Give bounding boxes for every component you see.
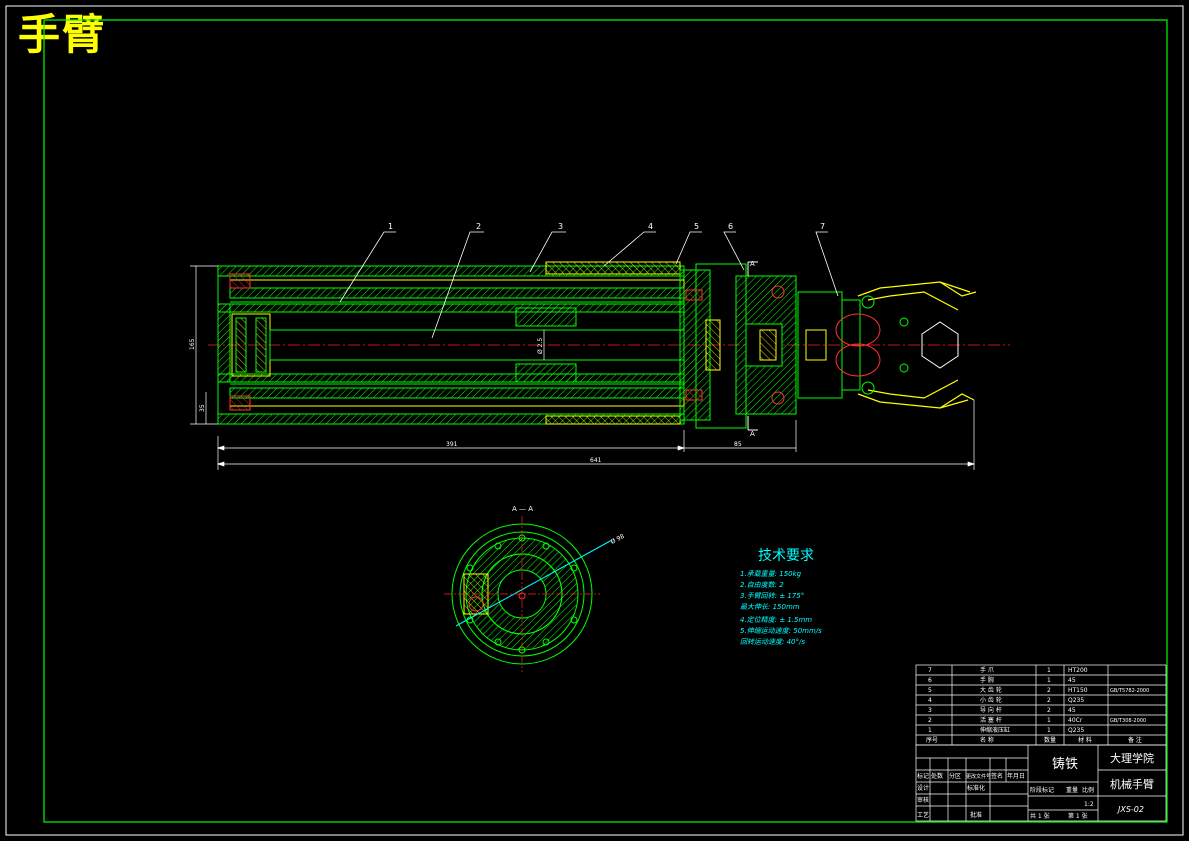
arm-assembly-view [208,261,1010,431]
dim-85: 85 [734,441,742,448]
tb-weight: 重量 [1066,786,1078,794]
bom-header-cell: 序号 [926,736,938,744]
tb-mark: 标记 [917,772,929,780]
tb-drawing-code: JXS-02 [1116,805,1144,814]
tb-stage-mark: 阶段标记 [1030,786,1054,794]
tb-sheet-no: 第 1 张 [1068,812,1088,820]
bom-cell-qty: 1 [1047,677,1051,684]
section-mark-bottom: A [750,430,755,438]
tb-scale: 1:2 [1084,801,1094,808]
tech-req-item-5: 4.定位精度: ± 1.5mm [740,616,812,624]
dim-bore: Ø 2.5 [537,338,544,354]
tb-date: 年月日 [1007,772,1025,780]
bom-cell-std: GB/T5782-2000 [1110,688,1149,694]
tb-material: 铸铁 [1052,756,1078,772]
bom-header-cell: 材 料 [1078,736,1092,744]
bom-cell-name: 导 向 杆 [980,706,1002,714]
bom-cell-no: 7 [928,667,932,674]
tb-school: 大理学院 [1110,751,1154,765]
bom-cell-qty: 1 [1047,717,1051,724]
bom-cell-no: 1 [928,727,932,734]
tb-ratio: 比例 [1082,786,1094,794]
tb-check: 审核 [917,796,929,804]
bom-header-cell: 数量 [1044,736,1056,744]
tb-sign: 签名 [991,772,1003,780]
dim-391: 391 [446,441,458,448]
bom-header-cell: 备 注 [1128,736,1142,744]
tb-sheets: 共 1 张 [1030,812,1050,820]
bom-cell-material: Q235 [1068,697,1084,704]
tech-req-item-2: 2.自由度数: 2 [740,581,784,589]
bom-cell-material: Q235 [1068,727,1084,734]
dim-641: 641 [590,457,602,464]
bom-cell-material: 40Cr [1068,717,1083,724]
tb-design: 设计 [917,784,929,792]
bom-cell-name: 伸缩液压缸 [980,726,1010,734]
dim-165: 165 [189,338,196,350]
bom-cell-no: 6 [928,677,932,684]
bom-cell-no: 2 [928,717,932,724]
tech-req-heading: 技术要求 [758,548,814,564]
section-mark-top: A [750,260,755,268]
tech-req-item-6: 5.伸缩运动速度: 50mm/s [740,627,822,635]
tech-req-item-3: 3.手臂回转: ± 175° [740,592,804,600]
section-label: A — A [512,505,533,513]
callout-7: 7 [820,222,825,231]
bom-cell-material: 45 [1068,677,1076,684]
bom-cell-name: 大 齿 轮 [980,686,1002,694]
tb-process: 工艺 [917,811,929,819]
bom-cell-material: HT200 [1068,667,1088,674]
callout-2: 2 [476,222,481,231]
tb-change-no: 更改文件号 [966,773,991,780]
callout-3: 3 [558,222,563,231]
bom-cell-std: GB/T308-2000 [1110,718,1146,724]
tech-req-item-4: 最大伸长: 150mm [740,603,800,611]
bom-cell-no: 5 [928,687,932,694]
drawing-sheet: 1 2 3 4 5 6 7 A A 391 85 641 165 35 Ø 2.… [5,5,1184,836]
bom-cell-no: 3 [928,707,932,714]
bom-cell-qty: 2 [1047,697,1051,704]
bom-cell-name: 活 塞 杆 [980,716,1002,724]
tech-requirements: 技术要求 1.承载重量: 150kg 2.自由度数: 2 3.手臂回转: ± 1… [740,548,822,646]
tech-req-item-7: 回转运动速度: 40°/s [740,638,805,646]
bom-cell-qty: 1 [1047,727,1051,734]
dim-section: Ø 98 [610,533,626,546]
tb-drawing-name: 机械手臂 [1110,777,1154,791]
tb-standard: 标准化 [967,784,985,792]
tb-approve: 批准 [970,811,982,819]
bom-cell-qty: 2 [1047,707,1051,714]
bom-table [915,664,1167,746]
bom-cell-name: 手 爪 [980,666,994,674]
bom-cell-name: 手 腕 [980,676,994,684]
bom-cell-qty: 1 [1047,667,1051,674]
callout-4: 4 [648,222,653,231]
callout-5: 5 [694,222,699,231]
bom-cell-material: 45 [1068,707,1076,714]
bom-cell-material: HT150 [1068,687,1088,694]
tb-count: 处数 [931,772,943,780]
callout-1: 1 [388,222,393,231]
bom-header-cell: 名 称 [980,736,994,744]
tech-req-item-1: 1.承载重量: 150kg [740,570,802,578]
bom-cell-no: 4 [928,697,932,704]
bom-cell-qty: 2 [1047,687,1051,694]
dim-35: 35 [199,404,206,412]
tb-zone: 分区 [949,772,961,780]
callout-6: 6 [728,222,733,231]
section-view-aa [444,516,613,672]
bom-cell-name: 小 齿 轮 [980,696,1002,704]
